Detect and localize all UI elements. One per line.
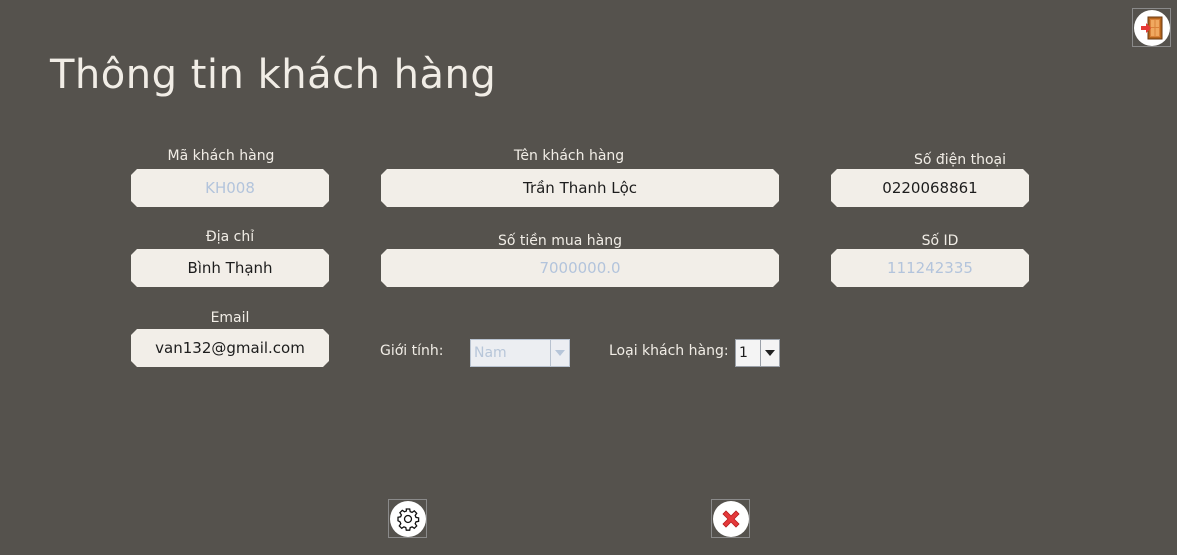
so-id-label: Số ID bbox=[921, 233, 959, 249]
chevron-down-icon[interactable] bbox=[550, 340, 569, 366]
so-id-field[interactable]: 111242335 bbox=[831, 249, 1029, 287]
gioi-tinh-value: Nam bbox=[474, 345, 507, 361]
chevron-down-icon[interactable] bbox=[760, 340, 779, 366]
gear-icon bbox=[389, 500, 426, 537]
close-icon bbox=[712, 500, 749, 537]
so-dien-thoai-field[interactable]: 0220068861 bbox=[831, 169, 1029, 207]
gioi-tinh-select[interactable]: Nam bbox=[470, 339, 570, 367]
ma-khach-hang-label: Mã khách hàng bbox=[167, 148, 275, 164]
ma-khach-hang-field[interactable]: KH008 bbox=[131, 169, 329, 207]
so-tien-mua-hang-label: Số tiền mua hàng bbox=[498, 233, 622, 249]
loai-khach-hang-label: Loại khách hàng: bbox=[609, 343, 729, 359]
page-title: Thông tin khách hàng bbox=[50, 52, 497, 98]
so-tien-mua-hang-field[interactable]: 7000000.0 bbox=[381, 249, 779, 287]
email-label: Email bbox=[210, 310, 250, 326]
dia-chi-label: Địa chỉ bbox=[205, 229, 255, 245]
loai-khach-hang-select[interactable]: 1 bbox=[735, 339, 780, 367]
gioi-tinh-label: Giới tính: bbox=[380, 343, 444, 359]
exit-button[interactable] bbox=[1132, 8, 1171, 47]
loai-khach-hang-value: 1 bbox=[739, 345, 748, 361]
dia-chi-field[interactable]: Bình Thạnh bbox=[131, 249, 329, 287]
ten-khach-hang-label: Tên khách hàng bbox=[513, 148, 625, 164]
email-field[interactable]: van132@gmail.com bbox=[131, 329, 329, 367]
exit-door-icon bbox=[1133, 9, 1170, 46]
cancel-button[interactable] bbox=[711, 499, 750, 538]
ten-khach-hang-field[interactable]: Trần Thanh Lộc bbox=[381, 169, 779, 207]
so-dien-thoai-label: Số điện thoại bbox=[913, 152, 1006, 168]
settings-button[interactable] bbox=[388, 499, 427, 538]
